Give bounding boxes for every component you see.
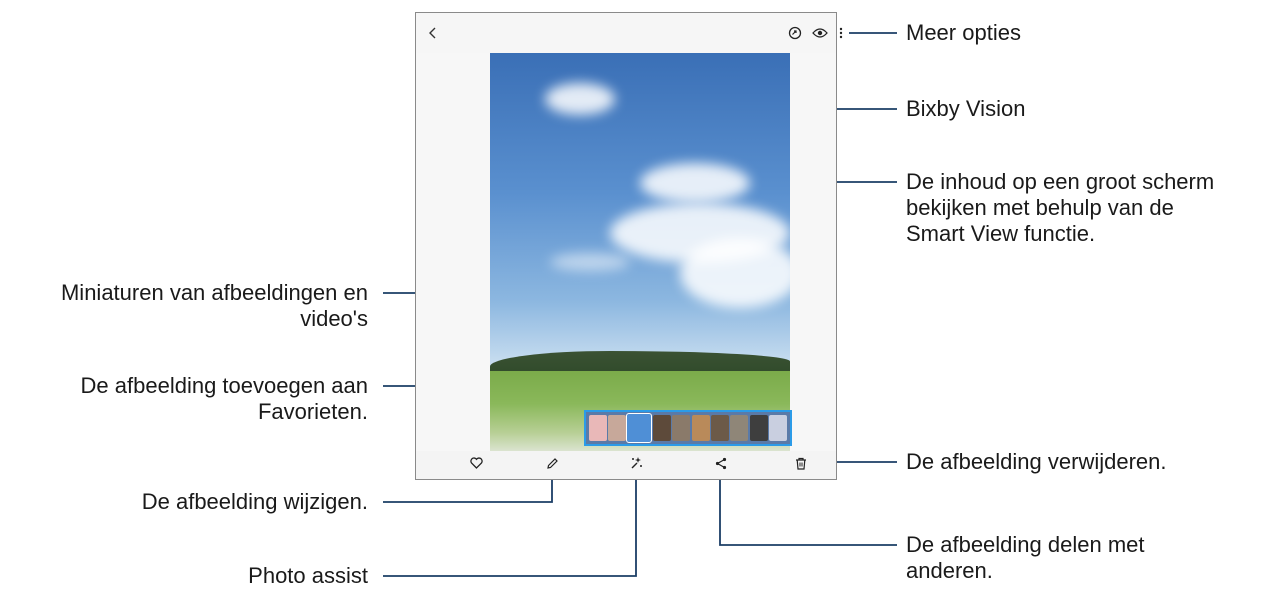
thumbnail[interactable]: [672, 415, 691, 441]
eye-icon[interactable]: [812, 25, 828, 41]
label-share-line-1: De afbeelding delen met: [906, 532, 1145, 557]
thumbnail[interactable]: [769, 415, 788, 441]
leader-share: [719, 472, 897, 546]
leader-photo-assist: [383, 472, 637, 577]
label-favorites: De afbeelding toevoegen aan Favorieten.: [81, 373, 368, 425]
label-thumbnails-line-2: video's: [300, 306, 368, 331]
label-bixby-vision: Bixby Vision: [906, 96, 1026, 121]
sparkle-icon[interactable]: [628, 455, 644, 471]
label-thumbnails: Miniaturen van afbeeldingen en video's: [61, 280, 368, 332]
label-smart-view: De inhoud op een groot scherm bekijken m…: [906, 169, 1214, 247]
label-photo-assist: Photo assist: [248, 563, 368, 588]
thumbnail[interactable]: [749, 415, 768, 441]
thumbnail-strip[interactable]: [584, 410, 792, 446]
label-edit: De afbeelding wijzigen.: [141, 489, 368, 514]
thumbnail[interactable]: [730, 415, 749, 441]
thumbnail[interactable]: [608, 415, 627, 441]
device-screen: [415, 12, 843, 480]
heart-icon[interactable]: [468, 455, 484, 471]
label-thumbnails-line-1: Miniaturen van afbeeldingen en: [60, 280, 368, 305]
label-share-line-2: anderen.: [906, 558, 993, 583]
label-favorites-line-2: Favorieten.: [257, 399, 368, 424]
smart-view-icon[interactable]: [787, 25, 803, 41]
label-smart-view-line-2: bekijken met behulp van de: [906, 195, 1174, 220]
thumbnail[interactable]: [711, 415, 730, 441]
label-favorites-line-1: De afbeelding toevoegen aan: [80, 373, 368, 398]
label-more-options: Meer opties: [906, 20, 1021, 45]
thumbnail-selected[interactable]: [626, 413, 653, 443]
back-arrow-icon[interactable]: [426, 25, 440, 41]
top-bar: [416, 13, 836, 53]
main-photo[interactable]: [490, 53, 790, 453]
thumbnail[interactable]: [588, 415, 607, 441]
pencil-icon[interactable]: [544, 455, 560, 471]
label-share: De afbeelding delen met anderen.: [906, 532, 1145, 584]
label-delete: De afbeelding verwijderen.: [906, 449, 1167, 474]
trash-icon[interactable]: [793, 455, 809, 471]
label-smart-view-line-3: Smart View functie.: [906, 221, 1096, 246]
more-vertical-icon[interactable]: [836, 25, 846, 41]
label-smart-view-line-1: De inhoud op een groot scherm: [906, 169, 1215, 194]
thumbnail[interactable]: [652, 415, 671, 441]
share-icon[interactable]: [713, 455, 729, 471]
thumbnail[interactable]: [691, 415, 710, 441]
